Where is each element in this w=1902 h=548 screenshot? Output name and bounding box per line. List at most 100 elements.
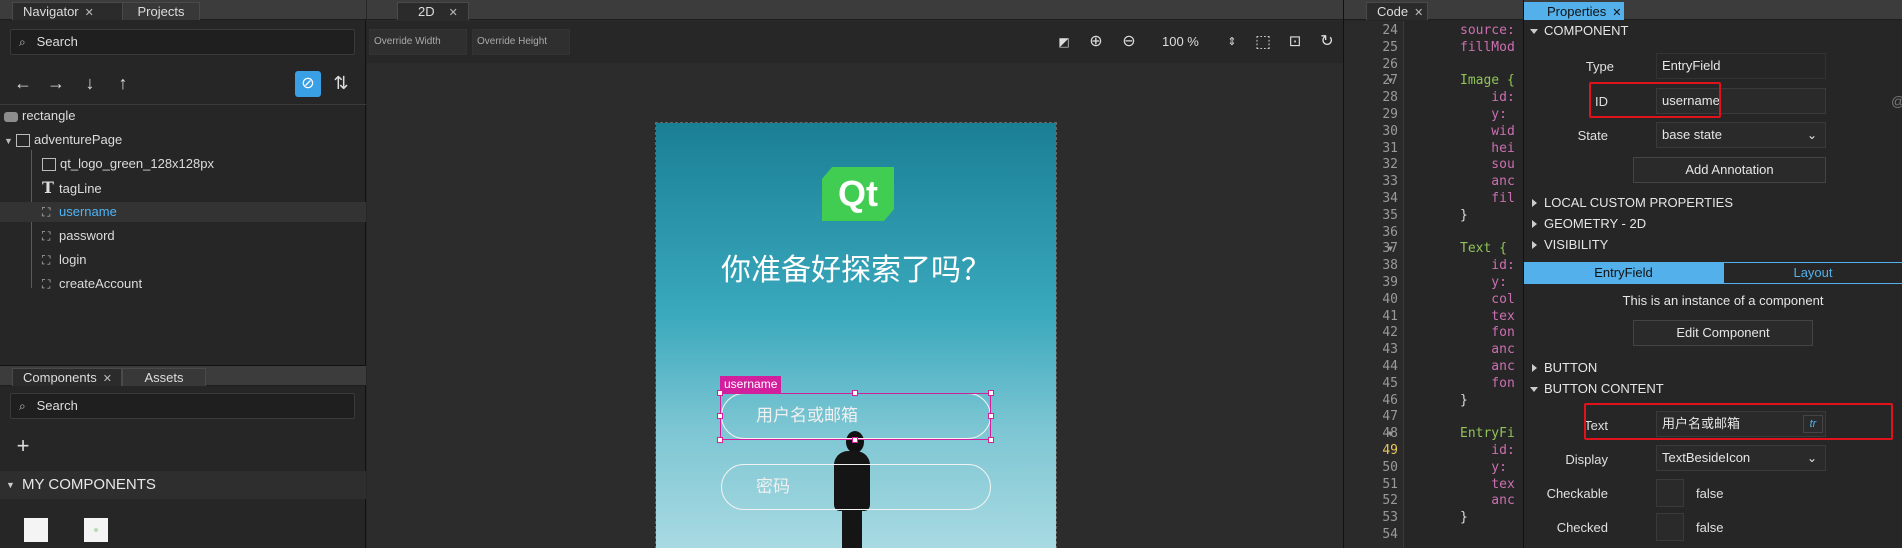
code-text[interactable]: wid (1460, 124, 1515, 140)
section-geometry[interactable]: GEOMETRY - 2D (1524, 214, 1902, 234)
tree-item-adventurepage[interactable]: ▼ adventurePage (4, 130, 364, 150)
checked-checkbox[interactable] (1656, 513, 1684, 541)
sort-icon[interactable]: ⇅ (330, 72, 352, 94)
fit-selection-icon[interactable]: ⬚ (1252, 31, 1274, 53)
tab-projects[interactable]: Projects (122, 2, 200, 20)
checkable-checkbox[interactable] (1656, 479, 1684, 507)
selection-handle[interactable] (988, 390, 994, 396)
selection-handle[interactable] (717, 413, 723, 419)
zoom-stepper-icon[interactable]: ⇕ (1221, 31, 1243, 53)
code-text[interactable]: } (1460, 393, 1468, 409)
arrow-up-icon[interactable]: ↑ (112, 72, 134, 94)
selection-handle[interactable] (717, 390, 723, 396)
tree-item-tagline[interactable]: TtagLine (42, 178, 362, 198)
selection-handle[interactable] (852, 390, 858, 396)
component-thumb-2[interactable] (84, 518, 108, 542)
code-text[interactable]: fon (1460, 376, 1515, 392)
fold-arrow-icon[interactable]: ▼ (1388, 241, 1393, 257)
state-select[interactable]: base state ⌄ (1656, 122, 1826, 148)
subtab-layout[interactable]: Layout (1723, 262, 1902, 284)
code-text[interactable]: sou (1460, 157, 1515, 173)
add-icon[interactable]: + (12, 435, 34, 457)
arrow-right-icon[interactable]: → (45, 72, 67, 94)
code-text[interactable]: tex (1460, 309, 1515, 325)
components-search-input[interactable]: ⌕ Search (10, 393, 355, 419)
code-text[interactable]: hei (1460, 141, 1515, 157)
zoom-in-icon[interactable]: ⊕ (1085, 31, 1107, 53)
section-visibility[interactable]: VISIBILITY (1524, 235, 1902, 255)
visibility-filter-icon[interactable]: ⊘ (295, 71, 321, 97)
code-text[interactable]: } (1460, 208, 1468, 224)
tree-item-qt-logo[interactable]: qt_logo_green_128x128px (42, 154, 362, 174)
fold-arrow-icon[interactable]: ▼ (1388, 426, 1393, 442)
code-text[interactable]: id: (1460, 443, 1515, 459)
override-height-input[interactable]: Override Height (472, 29, 570, 55)
code-text[interactable]: EntryFi (1460, 426, 1515, 442)
tree-item-username[interactable]: ⛶ username (0, 202, 366, 222)
code-text[interactable]: anc (1460, 342, 1515, 358)
code-text[interactable]: y: (1460, 275, 1507, 291)
code-text[interactable]: anc (1460, 493, 1515, 509)
qt-logo[interactable]: Qt (822, 167, 894, 221)
canvas-artboard[interactable]: Qt 你准备好探索了吗？ 用户名或邮箱 密码 (655, 122, 1057, 548)
tagline-text[interactable]: 你准备好探索了吗？ (656, 245, 1056, 289)
selection-frame[interactable] (720, 393, 991, 440)
tab-components[interactable]: Components ✕ (12, 368, 122, 386)
code-text[interactable]: fon (1460, 325, 1515, 341)
refresh-icon[interactable]: ↻ (1316, 31, 1338, 53)
tab-navigator[interactable]: Navigator ✕ (12, 2, 124, 20)
my-components-header[interactable]: ▼ MY COMPONENTS (0, 471, 366, 499)
tree-item-rectangle[interactable]: rectangle (4, 106, 364, 126)
section-local-custom-properties[interactable]: LOCAL CUSTOM PROPERTIES (1524, 193, 1902, 213)
component-thumb-1[interactable] (24, 518, 48, 542)
code-text[interactable]: id: (1460, 258, 1515, 274)
selection-handle[interactable] (988, 413, 994, 419)
selection-handle[interactable] (717, 437, 723, 443)
subtab-entryfield[interactable]: EntryField (1524, 262, 1723, 284)
code-text[interactable]: y: (1460, 460, 1507, 476)
edit-component-button[interactable]: Edit Component (1633, 320, 1813, 346)
password-field[interactable]: 密码 (721, 464, 991, 510)
code-text[interactable]: } (1460, 510, 1468, 526)
display-select[interactable]: TextBesideIcon ⌄ (1656, 445, 1826, 471)
selection-handle[interactable] (852, 437, 858, 443)
code-text[interactable]: tex (1460, 477, 1515, 493)
code-text[interactable]: id: (1460, 90, 1515, 106)
fold-arrow-icon[interactable]: ▼ (1388, 73, 1393, 89)
close-icon[interactable]: ✕ (85, 7, 94, 19)
selection-handle[interactable] (988, 437, 994, 443)
tab-code[interactable]: Code ✕ (1366, 2, 1428, 20)
section-button[interactable]: BUTTON (1524, 358, 1902, 378)
expand-arrow-icon[interactable]: ▼ (4, 131, 16, 151)
section-component[interactable]: COMPONENT (1524, 21, 1902, 41)
code-text[interactable]: y: (1460, 107, 1507, 123)
close-icon[interactable]: ✕ (1414, 7, 1423, 19)
arrow-left-icon[interactable]: ← (12, 72, 34, 94)
tab-assets[interactable]: Assets (122, 368, 206, 386)
tab-properties[interactable]: Properties ✕ (1524, 2, 1624, 20)
tree-item-createaccount[interactable]: ⛶ createAccount (42, 274, 362, 294)
code-text[interactable]: fil (1460, 191, 1515, 207)
background-color-icon[interactable]: ◩ (1053, 31, 1075, 53)
navigator-search-input[interactable]: ⌕ Search (10, 29, 355, 55)
code-text[interactable]: source: (1460, 23, 1515, 39)
close-icon[interactable]: ✕ (1612, 7, 1621, 19)
zoom-out-icon[interactable]: ⊖ (1118, 31, 1140, 53)
arrow-down-icon[interactable]: ↓ (79, 72, 101, 94)
override-width-input[interactable]: Override Width (369, 29, 467, 55)
selection-tag[interactable]: username (720, 376, 782, 393)
add-annotation-button[interactable]: Add Annotation (1633, 157, 1826, 183)
tree-item-password[interactable]: ⛶ password (42, 226, 362, 246)
fit-all-icon[interactable]: ⊡ (1284, 31, 1306, 53)
section-button-content[interactable]: BUTTON CONTENT (1524, 379, 1902, 399)
code-text[interactable]: fillMod (1460, 40, 1515, 56)
code-text[interactable]: col (1460, 292, 1515, 308)
tree-item-login[interactable]: ⛶ login (42, 250, 362, 270)
zoom-level[interactable]: 100 % (1162, 34, 1199, 49)
close-icon[interactable]: ✕ (449, 7, 458, 19)
code-text[interactable]: anc (1460, 174, 1515, 190)
code-text[interactable]: Image { (1460, 73, 1515, 89)
code-text[interactable]: Text { (1460, 241, 1507, 257)
code-text[interactable]: anc (1460, 359, 1515, 375)
close-icon[interactable]: ✕ (103, 373, 112, 385)
